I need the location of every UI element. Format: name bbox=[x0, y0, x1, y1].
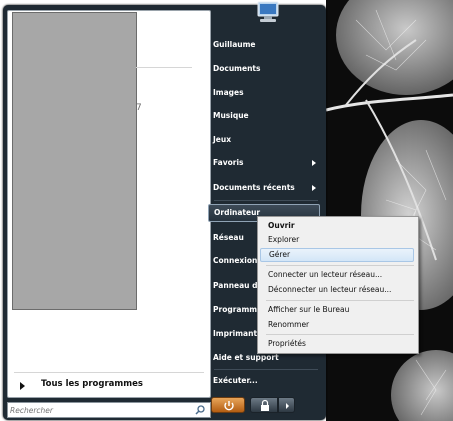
leaf-wallpaper-image bbox=[326, 0, 453, 421]
start-menu-left-pane: 7 Tous les programmes bbox=[7, 10, 211, 398]
right-column-divider bbox=[214, 369, 318, 370]
context-item-rename[interactable]: Renommer bbox=[260, 318, 414, 332]
context-menu: Ouvrir Explorer Gérer Connecter un lecte… bbox=[257, 216, 419, 354]
right-item-label: Ordinateur bbox=[214, 208, 261, 217]
context-item-map-drive[interactable]: Connecter un lecteur réseau... bbox=[260, 268, 414, 282]
context-item-disconnect-drive[interactable]: Déconnecter un lecteur réseau... bbox=[260, 283, 414, 297]
right-item-label: Musique bbox=[213, 111, 249, 120]
desktop-wallpaper bbox=[326, 0, 453, 421]
arrow-right-icon bbox=[20, 382, 25, 390]
power-icon bbox=[224, 401, 234, 411]
right-item-label: Aide et support bbox=[213, 353, 279, 362]
right-item-documents[interactable]: Documents bbox=[208, 60, 320, 78]
right-item-label: Favoris bbox=[213, 158, 244, 167]
arrow-right-icon bbox=[286, 403, 289, 409]
user-picture-icon[interactable] bbox=[252, 0, 282, 28]
context-item-manage[interactable]: Gérer bbox=[260, 248, 414, 262]
right-column-divider bbox=[214, 200, 318, 201]
right-item-label: Réseau bbox=[213, 233, 244, 242]
power-button-group bbox=[211, 397, 297, 413]
submenu-arrow-icon bbox=[312, 160, 316, 166]
search-icon[interactable] bbox=[195, 405, 205, 415]
right-item-games[interactable]: Jeux bbox=[208, 131, 320, 149]
context-separator bbox=[266, 265, 414, 266]
right-item-label: Documents bbox=[213, 64, 261, 73]
context-separator bbox=[266, 300, 414, 301]
all-programs-button[interactable]: Tous les programmes bbox=[12, 378, 206, 394]
search-box[interactable] bbox=[7, 402, 211, 418]
lock-button[interactable] bbox=[250, 397, 278, 413]
list-item-fragment: 7 bbox=[136, 103, 142, 113]
right-item-label: Exécuter... bbox=[213, 376, 258, 385]
right-item-label: Guillaume bbox=[213, 40, 256, 49]
submenu-arrow-icon bbox=[312, 185, 316, 191]
right-item-music[interactable]: Musique bbox=[208, 107, 320, 125]
right-item-label: Jeux bbox=[213, 135, 232, 144]
context-separator bbox=[266, 334, 414, 335]
search-input[interactable] bbox=[10, 403, 190, 417]
shutdown-options-button[interactable] bbox=[278, 397, 295, 413]
pinned-divider bbox=[136, 67, 192, 68]
all-programs-label: Tous les programmes bbox=[41, 379, 143, 389]
all-programs-divider bbox=[14, 372, 204, 373]
context-item-properties[interactable]: Propriétés bbox=[260, 337, 414, 351]
right-item-label: Documents récents bbox=[213, 183, 295, 192]
context-item-explore[interactable]: Explorer bbox=[260, 233, 414, 247]
right-item-run[interactable]: Exécuter... bbox=[208, 372, 320, 390]
redacted-program-list bbox=[12, 12, 137, 310]
right-item-recent-documents[interactable]: Documents récents bbox=[208, 179, 320, 197]
context-item-open[interactable]: Ouvrir bbox=[260, 219, 414, 233]
context-item-show-on-desktop[interactable]: Afficher sur le Bureau bbox=[260, 303, 414, 317]
lock-icon bbox=[261, 399, 269, 411]
right-item-images[interactable]: Images bbox=[208, 84, 320, 102]
power-button[interactable] bbox=[211, 397, 245, 413]
right-item-favorites[interactable]: Favoris bbox=[208, 154, 320, 172]
right-item-label: Connexion bbox=[213, 256, 258, 265]
right-item-user[interactable]: Guillaume bbox=[208, 36, 320, 54]
right-item-label: Images bbox=[213, 88, 244, 97]
